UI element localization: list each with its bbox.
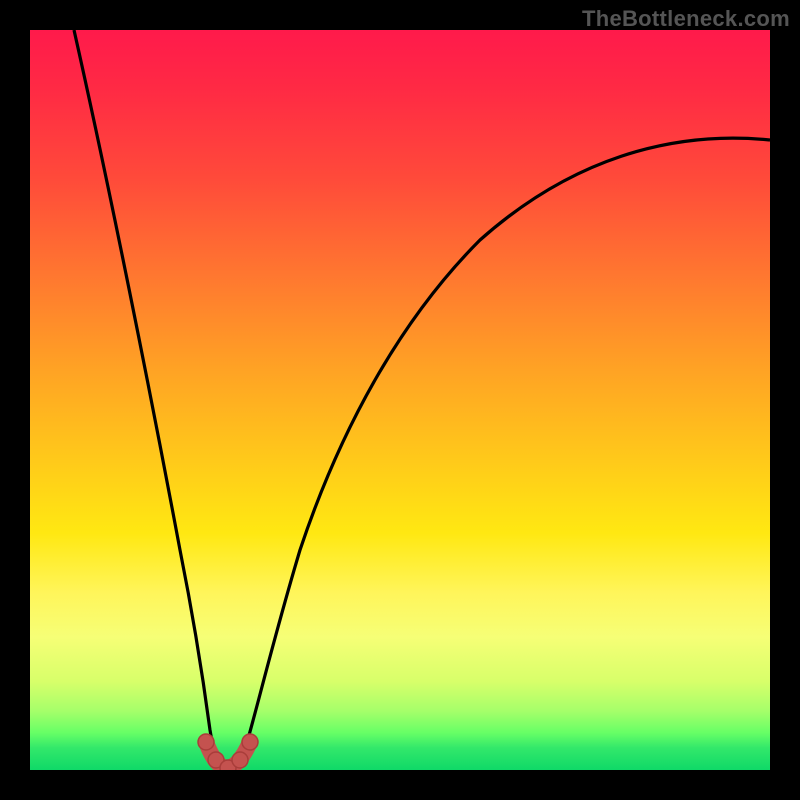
plot-area xyxy=(30,30,770,770)
marker-dot xyxy=(242,734,258,750)
marker-dot xyxy=(198,734,214,750)
curve-layer xyxy=(30,30,770,770)
marker-dot xyxy=(232,752,248,768)
curve-right-branch xyxy=(240,138,770,766)
curve-left-branch xyxy=(74,30,220,766)
chart-frame: TheBottleneck.com xyxy=(0,0,800,800)
watermark-text: TheBottleneck.com xyxy=(582,6,790,32)
